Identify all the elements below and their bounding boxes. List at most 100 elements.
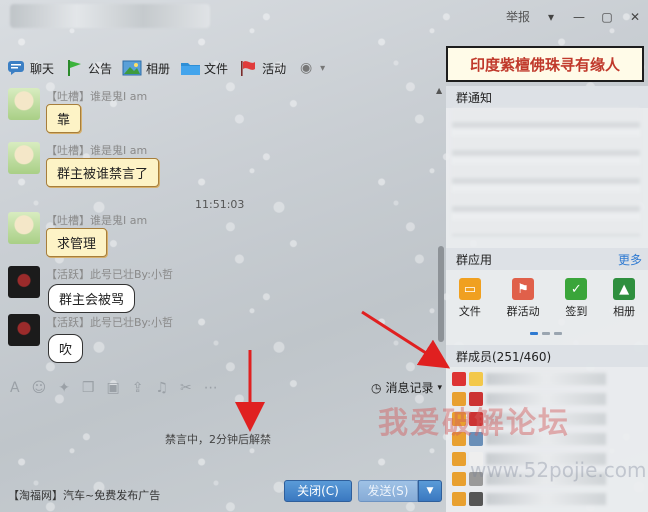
ad-banner[interactable]: 印度紫檀佛珠寻有缘人 [446,46,644,82]
history-button[interactable]: ◷ 消息记录 ▾ [371,379,442,396]
close-icon[interactable]: ✕ [628,10,642,24]
chat-messages: 【吐槽】谁是鬼I am 靠 【吐槽】谁是鬼I am 群主被谁禁言了 11:51:… [0,86,436,368]
tab-chat-label: 聊天 [30,61,55,76]
forum-watermark: 我爱破解论坛 [378,406,570,441]
members-title: 群成员(251/460) [456,349,552,364]
message-bubble: 靠 [46,104,82,133]
scroll-up-icon[interactable]: ▲ [436,86,442,95]
more-tools-button[interactable]: ◉ ▾ [296,59,325,77]
gear-icon: ◉ [299,60,313,76]
forum-watermark-url: www.52pojie.com [470,458,647,482]
role-icon [452,492,466,506]
app-label: 签到 [565,305,588,318]
notice-title: 群通知 [456,90,493,105]
heart-flag-icon [238,59,258,77]
input-toolbar: A ☺ ✦ ❒ ▣ ⇪ ♫ ✂ ⋯ ◷ 消息记录 ▾ [0,376,446,400]
list-item[interactable] [446,489,648,509]
message-timestamp: 11:51:03 [195,198,245,211]
report-button[interactable]: 举报 [506,8,530,25]
magic-icon[interactable]: ✦ [58,380,70,396]
tab-chat[interactable]: 聊天 [6,59,54,77]
group-title-blurred [10,4,210,28]
send-options-button[interactable]: ▼ [418,480,442,502]
tab-activity[interactable]: 活动 [238,59,286,77]
minimize-icon[interactable]: — [572,10,586,24]
avatar [469,372,483,386]
apps-header: 群应用 更多 [446,248,648,270]
list-item[interactable] [446,369,648,389]
screenshot-icon[interactable]: ✂ [180,380,192,396]
apps-title: 群应用 [456,252,493,267]
font-icon[interactable]: A [10,380,20,396]
tab-album-label: 相册 [146,61,171,76]
image-icon[interactable]: ▣ [106,380,119,396]
upload-icon[interactable]: ⇪ [132,380,144,396]
sender-nick[interactable]: 【吐槽】谁是鬼I am [46,212,147,228]
app-label: 相册 [613,305,636,318]
tab-announcement-label: 公告 [88,61,113,76]
message-bubble: 吹 [48,334,84,363]
more-icon[interactable]: ⋯ [204,380,218,396]
message-bubble: 群主会被骂 [48,284,136,313]
sender-nick[interactable]: 【吐槽】谁是鬼I am [46,88,147,104]
app-label: 群活动 [506,305,540,318]
app-activity[interactable]: ⚑ 群活动 [507,278,540,330]
close-button[interactable]: 关闭(C) [284,480,352,502]
scrollbar-thumb[interactable] [438,246,444,342]
clock-icon: ◷ [370,380,382,395]
mute-notice: 禁言中，2分钟后解禁 [165,433,271,446]
chat-scrollbar[interactable]: ▲ [436,86,446,368]
music-icon[interactable]: ♫ [155,380,168,396]
right-panel: 群通知 群应用 更多 ▭ 文件 ⚑ 群活动 ✓ 签到 ▲ 相册 群成员(251/… [446,86,648,512]
photo-icon [122,59,142,77]
apps-pager[interactable] [530,332,562,335]
window-controls: 举报 ▾ — ▢ ✕ [506,8,642,25]
avatar [469,492,483,506]
role-icon [452,372,466,386]
notice-header: 群通知 [446,86,648,108]
more-apps-link[interactable]: 更多 [618,251,642,268]
folder-icon [180,59,201,77]
tab-files[interactable]: 文件 [180,59,228,77]
avatar[interactable] [8,212,40,244]
sender-nick[interactable]: 【活跃】此号已壮By:小哲 [46,314,173,330]
title-bar: 举报 ▾ — ▢ ✕ [0,0,648,34]
chat-icon [6,59,26,77]
chevron-down-icon: ▾ [320,62,326,74]
tab-album[interactable]: 相册 [122,59,170,77]
chevron-down-icon: ▾ [437,382,442,393]
avatar[interactable] [8,314,40,346]
role-icon [452,472,466,486]
tab-files-label: 文件 [204,61,229,76]
history-label: 消息记录 [385,381,434,395]
sender-nick[interactable]: 【吐槽】谁是鬼I am [46,142,147,158]
message-bubble: 求管理 [46,228,108,257]
emoji-icon[interactable]: ☺ [32,380,47,396]
message-bubble: 群主被谁禁言了 [46,158,160,187]
toolbar: 聊天 公告 相册 文件 活动 ◉ ▾ [6,54,325,82]
avatar[interactable] [8,88,40,120]
folder-icon: ▭ [458,278,481,300]
app-label: 文件 [458,305,481,318]
app-album[interactable]: ▲ 相册 [613,278,636,330]
role-icon [452,452,466,466]
tab-announcement[interactable]: 公告 [64,59,112,77]
app-files[interactable]: ▭ 文件 [458,278,481,330]
tab-activity-label: 活动 [262,61,287,76]
avatar[interactable] [8,142,40,174]
group-apps: ▭ 文件 ⚑ 群活动 ✓ 签到 ▲ 相册 [446,278,648,330]
bottom-ad-link[interactable]: 【淘福网】汽车~免费发布广告 [8,487,160,503]
notice-content-blurred [452,108,640,236]
app-checkin[interactable]: ✓ 签到 [565,278,588,330]
sender-nick[interactable]: 【活跃】此号已壮By:小哲 [46,266,173,282]
flag-icon [64,59,84,77]
members-header: 群成员(251/460) [446,345,648,367]
gift-icon[interactable]: ❒ [82,380,95,396]
chevron-down-icon[interactable]: ▾ [544,10,558,24]
photo-icon: ▲ [613,278,636,300]
bottom-bar: 【淘福网】汽车~免费发布广告 关闭(C) 发送(S) ▼ [0,478,446,512]
send-button[interactable]: 发送(S) [358,480,418,502]
check-icon: ✓ [565,278,588,300]
maximize-icon[interactable]: ▢ [600,10,614,24]
avatar[interactable] [8,266,40,298]
